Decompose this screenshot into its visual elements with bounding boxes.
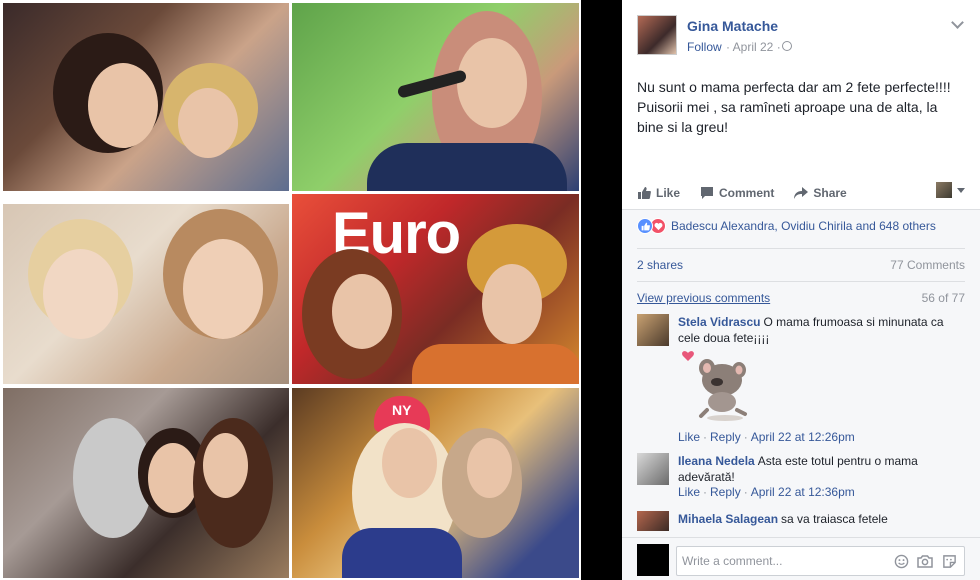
camera-icon[interactable] [916, 552, 934, 570]
shares-count[interactable]: 2 shares [637, 258, 683, 272]
author-avatar[interactable] [637, 15, 677, 55]
share-button[interactable]: Share [794, 186, 847, 200]
comment-body: Mihaela Salagean sa va traiasca fetele [678, 511, 965, 527]
comment-count[interactable]: 77 Comments [890, 258, 965, 272]
comment-icon [701, 187, 714, 199]
commenter-avatar[interactable] [637, 314, 669, 346]
comment-body: Ileana Nedela Asta este totul pentru o ma… [678, 453, 965, 485]
comment-composer: Write a comment... [622, 537, 980, 580]
comment-item: Ileana Nedela Asta este totul pentru o ma… [637, 453, 965, 503]
like-button[interactable]: Like [637, 186, 680, 200]
divider [637, 248, 965, 249]
like-reaction-icon [637, 218, 653, 234]
follow-link[interactable]: Follow [687, 40, 722, 54]
comments-section: Badescu Alexandra, Ovidiu Chirila and 64… [622, 209, 980, 580]
reaction-names[interactable]: Badescu Alexandra, Ovidiu Chirila and 64… [671, 219, 936, 233]
photo-tile-childhood [3, 204, 289, 384]
emoji-icon[interactable] [892, 552, 910, 570]
comment-input-placeholder: Write a comment... [682, 554, 783, 568]
like-label: Like [656, 186, 681, 200]
photo-tile-singer [292, 3, 579, 191]
comment-meta: Like · Reply · April 22 at 12:36pm [678, 485, 855, 499]
comment-meta: Like · Reply · April 22 at 12:26pm [678, 430, 855, 444]
commenter-avatar[interactable] [637, 453, 669, 485]
comment-reply-link[interactable]: Reply [710, 430, 741, 444]
comment-like-link[interactable]: Like [678, 485, 700, 499]
current-user-avatar [637, 544, 669, 576]
post-panel: Gina Matache Follow · April 22 · Nu sunt… [622, 0, 980, 580]
comment-body: Stela Vidrascu O mama frumoasa si minunat… [678, 314, 965, 346]
commenter-avatar[interactable] [637, 511, 669, 531]
composer-icons [886, 552, 958, 570]
comment-text: sa va traiasca fetele [781, 512, 888, 526]
commenter-name[interactable]: Mihaela Salagean [678, 512, 778, 526]
cap-logo: NY [392, 402, 412, 418]
view-previous-comments-link[interactable]: View previous comments [637, 291, 770, 305]
photo-tile-duet: Euro [292, 194, 579, 384]
share-label: Share [813, 186, 847, 200]
post-as-selector[interactable] [936, 182, 965, 198]
chevron-down-icon[interactable] [951, 16, 964, 29]
photo-tile-concert: NY [292, 388, 579, 578]
comment-item: Stela Vidrascu O mama frumoasa si minunat… [637, 314, 965, 444]
comment-like-link[interactable]: Like [678, 430, 700, 444]
photo-collage[interactable]: Euro NY [0, 0, 582, 580]
reactions-summary[interactable]: Badescu Alexandra, Ovidiu Chirila and 64… [637, 218, 936, 234]
post-date[interactable]: · April 22 · [726, 40, 781, 54]
share-icon [794, 187, 809, 199]
photo-tile-hug [3, 3, 289, 191]
comment-timestamp[interactable]: April 22 at 12:26pm [751, 430, 855, 444]
comment-button[interactable]: Comment [700, 186, 774, 200]
post-header: Gina Matache Follow · April 22 · [622, 0, 980, 66]
comment-timestamp[interactable]: April 22 at 12:36pm [751, 485, 855, 499]
post-actions: Like Comment Share [637, 178, 965, 208]
comment-item: Mihaela Salagean sa va traiasca fetele [637, 511, 965, 537]
commenter-name[interactable]: Stela Vidrascu [678, 315, 761, 329]
globe-icon [782, 41, 792, 51]
divider [637, 281, 965, 282]
viewer-gutter [581, 0, 622, 580]
author-name[interactable]: Gina Matache [687, 18, 778, 34]
viewer-avatar [936, 182, 952, 198]
caret-down-icon [957, 187, 965, 193]
sticker-icon[interactable] [940, 552, 958, 570]
photo-viewer[interactable]: Euro NY [0, 0, 622, 580]
comment-label: Comment [719, 186, 775, 200]
commenter-name[interactable]: Ileana Nedela [678, 454, 755, 468]
koala-sticker-icon [682, 351, 747, 421]
comment-input[interactable]: Write a comment... [676, 546, 965, 576]
post-text: Nu sunt o mama perfecta dar am 2 fete pe… [637, 79, 951, 135]
thumbs-up-icon [638, 187, 651, 199]
comment-pager: 56 of 77 [921, 291, 965, 305]
photo-tile-kiss [3, 388, 289, 578]
comment-reply-link[interactable]: Reply [710, 485, 741, 499]
